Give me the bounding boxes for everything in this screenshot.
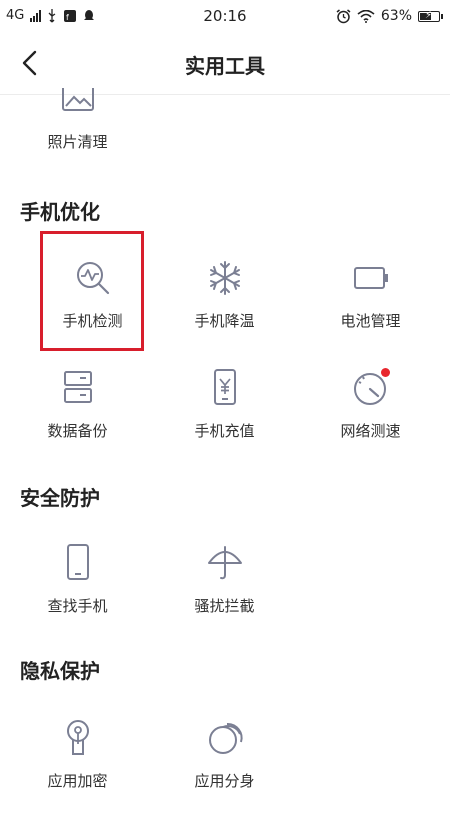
find-phone-icon bbox=[66, 544, 89, 580]
snowflake-icon bbox=[209, 261, 240, 295]
tool-label: 照片清理 bbox=[47, 133, 108, 151]
tool-photo-clean[interactable]: 照片清理 bbox=[5, 88, 150, 156]
tool-label: 手机充值 bbox=[194, 422, 255, 440]
new-badge-dot bbox=[381, 368, 390, 377]
tool-find-phone[interactable]: 查找手机 bbox=[5, 543, 150, 643]
recharge-icon bbox=[213, 369, 236, 405]
tool-label: 手机降温 bbox=[194, 312, 255, 330]
status-bar: 4G f 20:16 63% ⚡ bbox=[0, 0, 450, 32]
section-title-privacy: 隐私保护 bbox=[20, 659, 100, 683]
page-title: 实用工具 bbox=[185, 54, 265, 78]
umbrella-icon bbox=[207, 546, 242, 580]
tool-label: 网络测速 bbox=[340, 422, 401, 440]
tool-label: 骚扰拦截 bbox=[194, 597, 255, 615]
tool-battery-manage[interactable]: 电池管理 bbox=[298, 258, 443, 358]
navigation-bar: 实用工具 bbox=[0, 32, 450, 95]
backup-icon bbox=[63, 371, 92, 403]
tool-phone-cool[interactable]: 手机降温 bbox=[152, 258, 297, 358]
section-title-security: 安全防护 bbox=[20, 486, 100, 510]
keyhole-icon bbox=[66, 720, 89, 755]
battery-icon bbox=[353, 267, 388, 289]
tool-label: 数据备份 bbox=[47, 422, 108, 440]
app-clone-icon bbox=[208, 722, 243, 754]
tool-phone-check[interactable]: 手机检测 bbox=[20, 258, 165, 358]
tool-label: 电池管理 bbox=[340, 312, 401, 330]
section-title-optimize: 手机优化 bbox=[20, 200, 100, 224]
phone-check-icon bbox=[76, 262, 109, 295]
tool-label: 手机检测 bbox=[62, 312, 123, 330]
tool-label: 查找手机 bbox=[47, 597, 108, 615]
wifi-icon bbox=[357, 9, 375, 23]
alarm-icon bbox=[336, 8, 351, 23]
battery-percent: 63% bbox=[380, 8, 412, 24]
battery-status-icon: ⚡ bbox=[418, 10, 443, 22]
tool-harassment-block[interactable]: 骚扰拦截 bbox=[152, 543, 297, 643]
tool-app-encrypt[interactable]: 应用加密 bbox=[5, 718, 150, 818]
tool-app-clone[interactable]: 应用分身 bbox=[152, 718, 297, 818]
tool-network-speed[interactable]: 网络测速 bbox=[298, 368, 443, 468]
tool-label: 应用分身 bbox=[194, 772, 255, 790]
photo-icon bbox=[61, 88, 94, 111]
tool-phone-recharge[interactable]: 手机充值 bbox=[152, 368, 297, 468]
tool-label: 应用加密 bbox=[47, 772, 108, 790]
tool-data-backup[interactable]: 数据备份 bbox=[5, 368, 150, 468]
